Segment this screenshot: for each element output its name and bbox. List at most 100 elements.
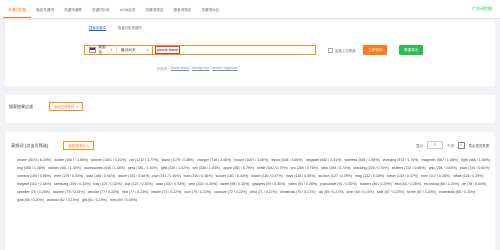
mode-batch-analyze[interactable]: 批量分析关键词: [118, 25, 142, 31]
display-label: 显示: [416, 143, 423, 148]
keyword-chip[interactable]: teen (175 / 0.53%): [54, 174, 83, 178]
keyword-chip[interactable]: ring (468 / 1.38%): [17, 166, 45, 170]
keyword-chip[interactable]: travel (133 / 0.37%): [387, 174, 418, 178]
keyword-chip[interactable]: wireless (545 / 1.98%): [344, 158, 379, 162]
tab-item[interactable]: 关键词追踪: [59, 8, 87, 18]
keyword-input[interactable]: phone stand: [152, 45, 316, 55]
keyword-chip[interactable]: station (441 / 1.34%): [48, 166, 81, 170]
keyword-chip[interactable]: android (62 / 0.19%): [47, 198, 79, 202]
keyword-chip[interactable]: tripod (528 / 3.00%): [271, 158, 302, 162]
keyword-chip[interactable]: speaker (79 / 0.24%): [17, 190, 50, 194]
tab-item[interactable]: 关键词排名: [140, 8, 168, 18]
keyword-chip[interactable]: old (69 / 0.21%): [319, 190, 344, 194]
hot-keyword-link[interactable]: shower organizer: [212, 66, 237, 71]
hot-keyword-link[interactable]: phone stand: [171, 66, 189, 71]
keyword-chip[interactable]: magnetic (567 / 1.68%): [421, 158, 458, 162]
keyword-chip[interactable]: gift (61 / 0.19%): [82, 198, 107, 202]
submit-button[interactable]: 立即查询: [363, 45, 388, 55]
keyword-chip[interactable]: year (68 / 0.21%): [347, 190, 374, 194]
keyword-chip[interactable]: stuffers (222 / 0.68%): [392, 166, 426, 170]
keyword-chip[interactable]: best (71 / 0.27%): [250, 190, 277, 194]
keyword-chip[interactable]: video (91 / 0.28%): [288, 182, 317, 186]
keyword-chip[interactable]: vacuum (72 / 0.22%): [214, 190, 247, 194]
keyword-chip[interactable]: office (115 / 0.35%): [453, 174, 483, 178]
sort-select[interactable]: 高频词排序 ▾: [63, 141, 94, 150]
keyword-chip[interactable]: cellular (77 / 0.23%): [88, 190, 120, 194]
keyword-chip[interactable]: selfie (300 / 0.79%): [257, 166, 288, 170]
download-icon[interactable]: ⇩: [457, 141, 465, 149]
export-button[interactable]: 数据导出: [399, 45, 424, 55]
mode-search-keyword[interactable]: 搜索关键词: [89, 25, 106, 31]
keyword-chip[interactable]: gifts (326 / 1.02%): [161, 166, 190, 170]
date-range-select[interactable]: 最近30天 ▼: [116, 45, 152, 55]
keyword-chip[interactable]: boys (138 / 0.39%): [286, 174, 316, 178]
count-input[interactable]: 3: [426, 141, 443, 149]
keyword-chip[interactable]: ipad (196 / 0.50%): [86, 174, 115, 178]
us-flag-icon: [89, 47, 97, 53]
tab-item[interactable]: 搜索词排名: [168, 8, 196, 18]
keyword-chip[interactable]: gadgets (99 / 0.30%): [252, 182, 285, 186]
keyword-chip[interactable]: pro (250 / 0.76%): [291, 166, 318, 170]
keyword-chip[interactable]: case (100 / 0.33%): [156, 182, 186, 186]
keyword-chip[interactable]: mag (132 / 0.38%): [355, 174, 384, 178]
reuse-filter-checkbox[interactable]: 启用上次筛选: [328, 47, 355, 53]
keyword-chip[interactable]: christmas (70 / 0.21%): [280, 190, 315, 194]
keyword-chip[interactable]: suction (127 / 0.39%): [319, 174, 353, 178]
keyword-chip[interactable]: stand (1179 / 3.38%): [161, 158, 194, 162]
keyword-chip[interactable]: charging (572 / 1.74%): [383, 158, 419, 162]
keyword-chip[interactable]: stocking (229 / 0.70%): [353, 166, 388, 170]
tab-item[interactable]: 关键词分析: [87, 8, 115, 18]
keyword-chip[interactable]: car (1242 / 3.77%): [129, 158, 158, 162]
keyword-chip[interactable]: bed (83 / 0.25%): [395, 182, 421, 186]
keyword-chip[interactable]: holder (1607 / 4.68%): [54, 158, 88, 162]
keyword-chip[interactable]: vent (100 / 0.30%): [189, 182, 218, 186]
keyword-chip[interactable]: max (150 / 0.46%): [184, 174, 213, 178]
keyword-chip[interactable]: mount (1007 / 3.00%): [234, 158, 268, 162]
keyword-chip[interactable]: accessories (445 / 1.34%): [84, 166, 125, 170]
tab-item[interactable]: 关键词挖掘: [3, 8, 31, 18]
market-select[interactable]: 美国站 ▼: [84, 45, 116, 55]
keyword-chip[interactable]: socket (161 / 0.43%): [216, 174, 249, 178]
keyword-chip[interactable]: samsung (109 / 0.33%): [54, 182, 91, 186]
add-filter-button[interactable]: 添加过滤条件 ▾: [49, 102, 84, 111]
keyword-chip[interactable]: girls (65 / 0.20%): [17, 198, 44, 202]
keyword-chip[interactable]: desk (381 / 1.10%): [128, 166, 158, 170]
keyword-chip[interactable]: magsafe (682 / 2.01%): [306, 158, 342, 162]
keyword-chip[interactable]: men (117 / 0.36%): [421, 174, 450, 178]
download-label[interactable]: 导出相关数据: [469, 143, 489, 148]
keyword-chip[interactable]: pack (191 / 0.60%): [460, 166, 490, 170]
keyword-chip[interactable]: stick (254 / 0.74%): [321, 166, 350, 170]
keyword-chip[interactable]: phone (3074 / 8.24%): [17, 158, 51, 162]
tab-item[interactable]: 竞品关键词: [31, 8, 59, 18]
keyword-chip[interactable]: watch (150 / 0.47%): [251, 174, 283, 178]
tab-item[interactable]: 关键词对比: [196, 8, 224, 18]
keyword-chip[interactable]: recording (80 / 0.24%): [424, 182, 459, 186]
keyword-chip[interactable]: home (67 / 0.20%): [407, 190, 436, 194]
keyword-chip[interactable]: cup (107 / 0.32%): [125, 182, 153, 186]
keyword-chip[interactable]: anker (193 / 0.50%): [118, 174, 149, 178]
keyword-chip[interactable]: de (78 / 0.34%): [462, 182, 486, 186]
keyword-chip[interactable]: tray (107 / 0.32%): [94, 182, 122, 186]
keyword-chip[interactable]: mini (59 / 0.18%): [110, 198, 137, 202]
keyword-chip[interactable]: women (79 / 0.24%): [53, 190, 85, 194]
keyword-chip[interactable]: iphone (1301 / 4.22%): [91, 158, 126, 162]
ad-keyword-link[interactable]: 广告词挖掘: [472, 6, 492, 12]
keyword-chip[interactable]: fast (77 / 0.23%): [122, 190, 148, 194]
keyword-chip[interactable]: camera (194 / 0.56%): [17, 174, 51, 178]
keyword-chip[interactable]: apple (381 / 0.79%): [223, 166, 254, 170]
keyword-chip[interactable]: grip (256 / 0.63%): [429, 166, 457, 170]
keyword-chip[interactable]: cool (75 / 0.22%): [184, 190, 211, 194]
tab-item[interactable]: ASIN反查: [115, 8, 141, 18]
keyword-chip[interactable]: magnet (110 / 0.34%): [17, 182, 51, 186]
keyword-chip[interactable]: tablet (98 / 0.30%): [221, 182, 250, 186]
keyword-chip[interactable]: holders (86 / 0.29%): [360, 182, 392, 186]
keyword-chip[interactable]: essentials (66 / 0.20%): [439, 190, 475, 194]
hot-keyword-link[interactable]: storage box: [192, 66, 209, 71]
keyword-chip[interactable]: safe (67 / 0.20%): [377, 190, 404, 194]
keyword-chip[interactable]: cell (338 / 1.03%): [193, 166, 221, 170]
keyword-chip[interactable]: pop (181 / 0.49%): [152, 174, 180, 178]
keyword-chip[interactable]: popsocket (91 / 0.30%): [320, 182, 356, 186]
keyword-chip[interactable]: charger (718 / 3.40%): [197, 158, 231, 162]
keyword-chip[interactable]: easter (74 / 0.22%): [151, 190, 181, 194]
keyword-chip[interactable]: light (468 / 1.36%): [461, 158, 490, 162]
